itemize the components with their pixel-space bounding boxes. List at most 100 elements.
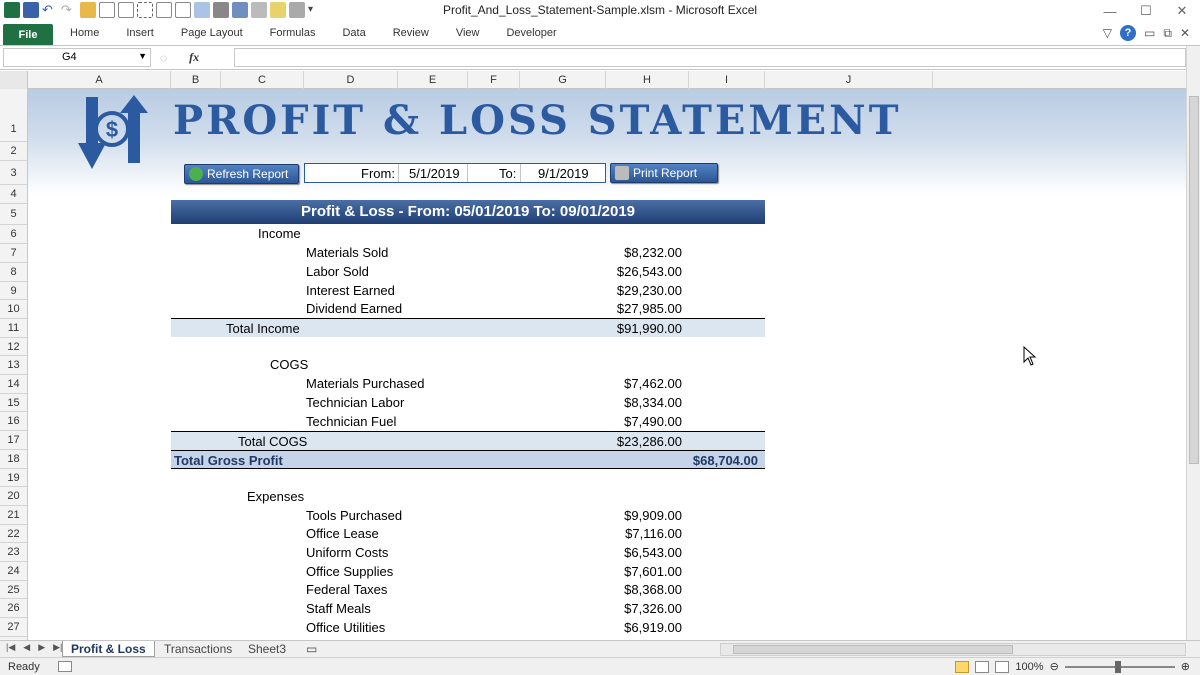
col-header-e[interactable]: E <box>398 71 468 89</box>
refresh-report-button[interactable]: Refresh Report <box>184 164 299 184</box>
col-header-i[interactable]: I <box>689 71 765 89</box>
tab-formulas[interactable]: Formulas <box>270 27 316 39</box>
row-header[interactable]: 25 <box>0 581 27 599</box>
zoom-slider-thumb[interactable] <box>1114 660 1121 673</box>
col-header-b[interactable]: B <box>171 71 221 89</box>
insert-function-icon[interactable]: fx <box>189 50 199 65</box>
page-break-view-icon[interactable] <box>995 660 1010 673</box>
tab-data[interactable]: Data <box>342 27 365 39</box>
col-header-j[interactable]: J <box>765 71 933 89</box>
normal-view-icon[interactable] <box>955 660 970 673</box>
horizontal-scrollbar[interactable] <box>720 643 1186 656</box>
page-layout-view-icon[interactable] <box>975 660 990 673</box>
last-sheet-icon[interactable]: ▶| <box>53 642 62 653</box>
col-header-h[interactable]: H <box>606 71 689 89</box>
row-header[interactable]: 4 <box>0 185 27 204</box>
row-header[interactable]: 26 <box>0 599 27 618</box>
total-gross-profit-row: Total Gross Profit $68,704.00 <box>171 450 765 469</box>
row-header[interactable]: 12 <box>0 338 27 356</box>
row-header[interactable]: 23 <box>0 543 27 562</box>
tab-developer[interactable]: Developer <box>506 27 556 39</box>
first-sheet-icon[interactable]: |◀ <box>6 642 15 653</box>
row-header[interactable]: 10 <box>0 300 27 319</box>
print-report-button[interactable]: Print Report <box>610 163 718 183</box>
row-header[interactable]: 22 <box>0 525 27 543</box>
workbook-minimize-icon[interactable]: ▭ <box>1144 26 1155 40</box>
to-date-input[interactable]: 9/1/2019 <box>520 164 606 182</box>
fx-area: ◌ fx <box>156 48 232 67</box>
line-item-name: Interest Earned <box>306 283 395 298</box>
col-header-f[interactable]: F <box>468 71 520 89</box>
tab-page-layout[interactable]: Page Layout <box>181 27 243 39</box>
line-item-name: Staff Meals <box>306 601 371 616</box>
sheet-tab-profit-loss[interactable]: Profit & Loss <box>62 641 155 657</box>
line-item-value: $7,601.00 <box>624 564 682 579</box>
zoom-slider[interactable] <box>1064 660 1175 673</box>
row-header[interactable]: 11 <box>0 319 27 338</box>
row-header[interactable]: 27 <box>0 618 27 637</box>
row-header[interactable]: 24 <box>0 562 27 581</box>
zoom-level[interactable]: 100% <box>1015 661 1043 673</box>
workbook-restore-icon[interactable]: ⧉ <box>1163 26 1172 41</box>
row-header[interactable]: 9 <box>0 282 27 300</box>
row-header[interactable]: 7 <box>0 244 27 263</box>
total-cogs-label: Total COGS <box>238 434 308 449</box>
row-header[interactable]: 3 <box>0 161 27 185</box>
sheet-tab-transactions[interactable]: Transactions <box>156 641 240 657</box>
row-header[interactable]: 18 <box>0 450 27 469</box>
row-header[interactable]: 2 <box>0 142 27 161</box>
line-item-value: $29,230.00 <box>616 283 682 298</box>
tab-view[interactable]: View <box>456 27 480 39</box>
file-tab[interactable]: File <box>3 24 53 45</box>
tab-insert[interactable]: Insert <box>126 27 154 39</box>
close-icon[interactable]: ✕ <box>1164 0 1200 22</box>
insert-sheet-icon[interactable]: ▭ <box>298 641 325 657</box>
svg-text:$: $ <box>106 117 118 142</box>
total-cogs-row: Total COGS $23,286.00 <box>171 431 765 450</box>
workbook-close-icon[interactable]: ✕ <box>1180 26 1190 40</box>
prev-sheet-icon[interactable]: ◀ <box>23 642 30 653</box>
chevron-down-icon[interactable]: ▼ <box>138 51 147 61</box>
row-header[interactable]: 20 <box>0 487 27 506</box>
row-header[interactable]: 14 <box>0 375 27 394</box>
row-header[interactable]: 17 <box>0 431 27 450</box>
row-header[interactable]: 8 <box>0 263 27 282</box>
col-header-c[interactable]: C <box>221 71 304 89</box>
sheet-tab-sheet3[interactable]: Sheet3 <box>240 641 294 657</box>
col-header-d[interactable]: D <box>304 71 398 89</box>
line-item-value: $8,368.00 <box>624 582 682 597</box>
zoom-out-icon[interactable]: ⊖ <box>1050 660 1059 673</box>
zoom-in-icon[interactable]: ⊕ <box>1181 660 1190 673</box>
tab-review[interactable]: Review <box>393 27 429 39</box>
sheet-nav: |◀ ◀ ▶ ▶| <box>6 642 62 653</box>
formula-input[interactable] <box>234 48 1186 67</box>
select-all-corner[interactable] <box>0 71 28 89</box>
macro-record-icon[interactable] <box>58 661 72 672</box>
name-box-value: G4 <box>62 51 77 63</box>
col-header-a[interactable]: A <box>28 71 171 89</box>
from-date-input[interactable]: 5/1/2019 <box>398 164 468 182</box>
horizontal-scroll-thumb[interactable] <box>733 645 1013 654</box>
row-header[interactable]: 19 <box>0 469 27 487</box>
tab-home[interactable]: Home <box>70 27 99 39</box>
row-header[interactable]: 1 <box>0 89 27 142</box>
minimize-icon[interactable]: — <box>1092 0 1128 22</box>
next-sheet-icon[interactable]: ▶ <box>38 642 45 653</box>
col-header-g[interactable]: G <box>520 71 606 89</box>
name-box[interactable]: G4 ▼ <box>3 48 151 67</box>
ribbon-collapse-icon[interactable]: ▽ <box>1103 26 1112 40</box>
vertical-scrollbar[interactable] <box>1186 46 1200 640</box>
row-header[interactable]: 6 <box>0 225 27 244</box>
row-header[interactable]: 21 <box>0 506 27 525</box>
worksheet[interactable]: $ PROFIT & LOSS STATEMENT Refresh Report… <box>28 89 1186 640</box>
row-header[interactable]: 15 <box>0 394 27 412</box>
row-header[interactable]: 16 <box>0 412 27 431</box>
maximize-icon[interactable]: ☐ <box>1128 0 1164 22</box>
row-header[interactable]: 5 <box>0 204 27 225</box>
row-header[interactable]: 13 <box>0 356 27 375</box>
income-label: Income <box>258 226 301 241</box>
column-headers: A B C D E F G H I J <box>0 71 1186 89</box>
help-icon[interactable]: ? <box>1120 25 1137 41</box>
vertical-scroll-thumb[interactable] <box>1189 96 1199 464</box>
line-item-name: Materials Purchased <box>306 376 425 391</box>
